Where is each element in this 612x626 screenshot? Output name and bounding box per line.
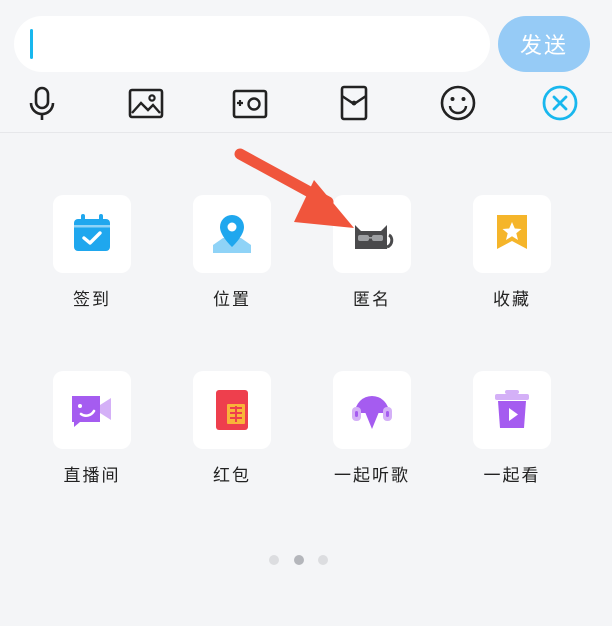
- camera-icon[interactable]: [228, 81, 272, 125]
- feature-label: 收藏: [493, 290, 531, 310]
- annotation-arrow: [234, 148, 354, 228]
- feature-label: 签到: [73, 290, 111, 310]
- page-dot[interactable]: [318, 555, 328, 565]
- text-caret: [30, 29, 33, 59]
- smiley-icon[interactable]: [436, 81, 480, 125]
- feature-label: 一起听歌: [334, 466, 410, 486]
- feature-watch-together[interactable]: 一起看: [442, 371, 582, 486]
- feature-label: 一起看: [483, 466, 541, 486]
- star-bookmark-icon: [497, 215, 527, 249]
- page-dot[interactable]: [269, 555, 279, 565]
- feature-checkin[interactable]: 签到: [22, 195, 162, 310]
- send-button[interactable]: 发送: [498, 16, 590, 72]
- red-packet-icon: [216, 390, 248, 430]
- tv-box-icon: [495, 390, 529, 428]
- composer-bar: 发送: [0, 0, 612, 133]
- feature-red-packet[interactable]: 红包: [162, 371, 302, 486]
- image-icon[interactable]: [124, 81, 168, 125]
- close-circle-icon[interactable]: [538, 81, 582, 125]
- feature-tile[interactable]: [193, 371, 271, 449]
- live-camera-icon: [72, 396, 111, 427]
- feature-favorites[interactable]: 收藏: [442, 195, 582, 310]
- feature-live-room[interactable]: 直播间: [22, 371, 162, 486]
- feature-tile[interactable]: [473, 195, 551, 273]
- feature-tile[interactable]: [53, 371, 131, 449]
- feature-listen-together[interactable]: 一起听歌: [302, 371, 442, 486]
- calendar-check-icon: [74, 214, 110, 251]
- feature-label: 匿名: [353, 290, 391, 310]
- message-input[interactable]: [14, 16, 490, 72]
- envelope-icon[interactable]: [332, 81, 376, 125]
- feature-tile[interactable]: [473, 371, 551, 449]
- feature-label: 直播间: [63, 466, 121, 486]
- feature-label: 红包: [213, 466, 251, 486]
- feature-label: 位置: [213, 290, 251, 310]
- page-indicator: [0, 554, 612, 566]
- microphone-icon[interactable]: [20, 81, 64, 125]
- feature-tile[interactable]: [53, 195, 131, 273]
- page-dot-active[interactable]: [294, 555, 304, 565]
- headphones-icon: [352, 396, 392, 429]
- input-toolbar: [0, 78, 612, 128]
- feature-tile[interactable]: [333, 371, 411, 449]
